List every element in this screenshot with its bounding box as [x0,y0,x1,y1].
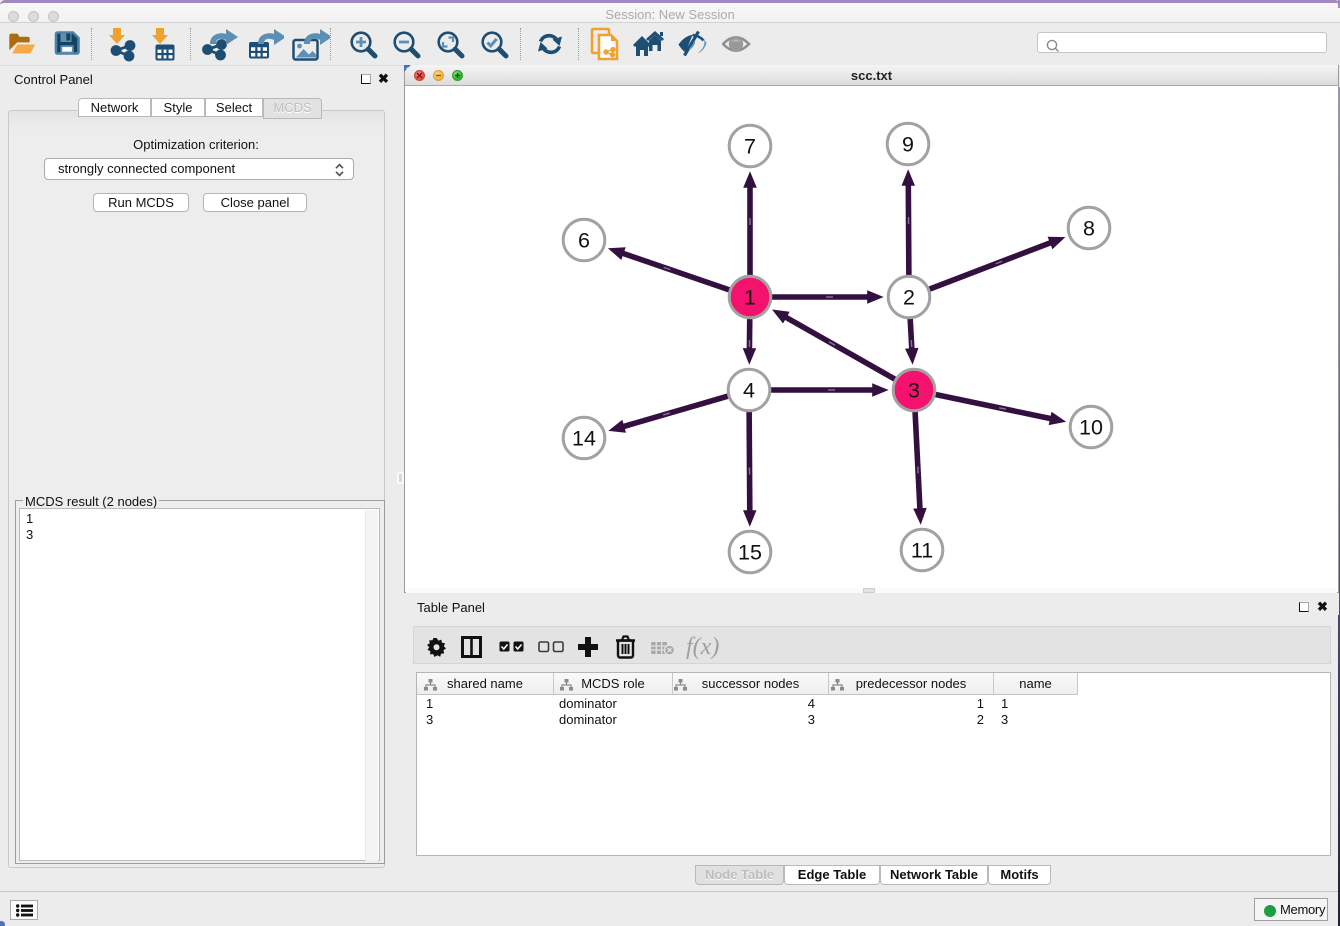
svg-text:15: 15 [738,541,762,565]
svg-text:2: 2 [903,286,915,310]
svg-text:10: 10 [1079,416,1103,440]
svg-text:3: 3 [908,379,920,403]
svg-text:14: 14 [572,427,596,451]
svg-text:1: 1 [744,286,756,310]
svg-text:11: 11 [911,539,933,563]
svg-text:4: 4 [743,379,755,403]
svg-text:7: 7 [744,135,756,159]
svg-text:6: 6 [578,229,590,253]
svg-text:9: 9 [902,133,914,157]
svg-text:8: 8 [1083,217,1095,241]
